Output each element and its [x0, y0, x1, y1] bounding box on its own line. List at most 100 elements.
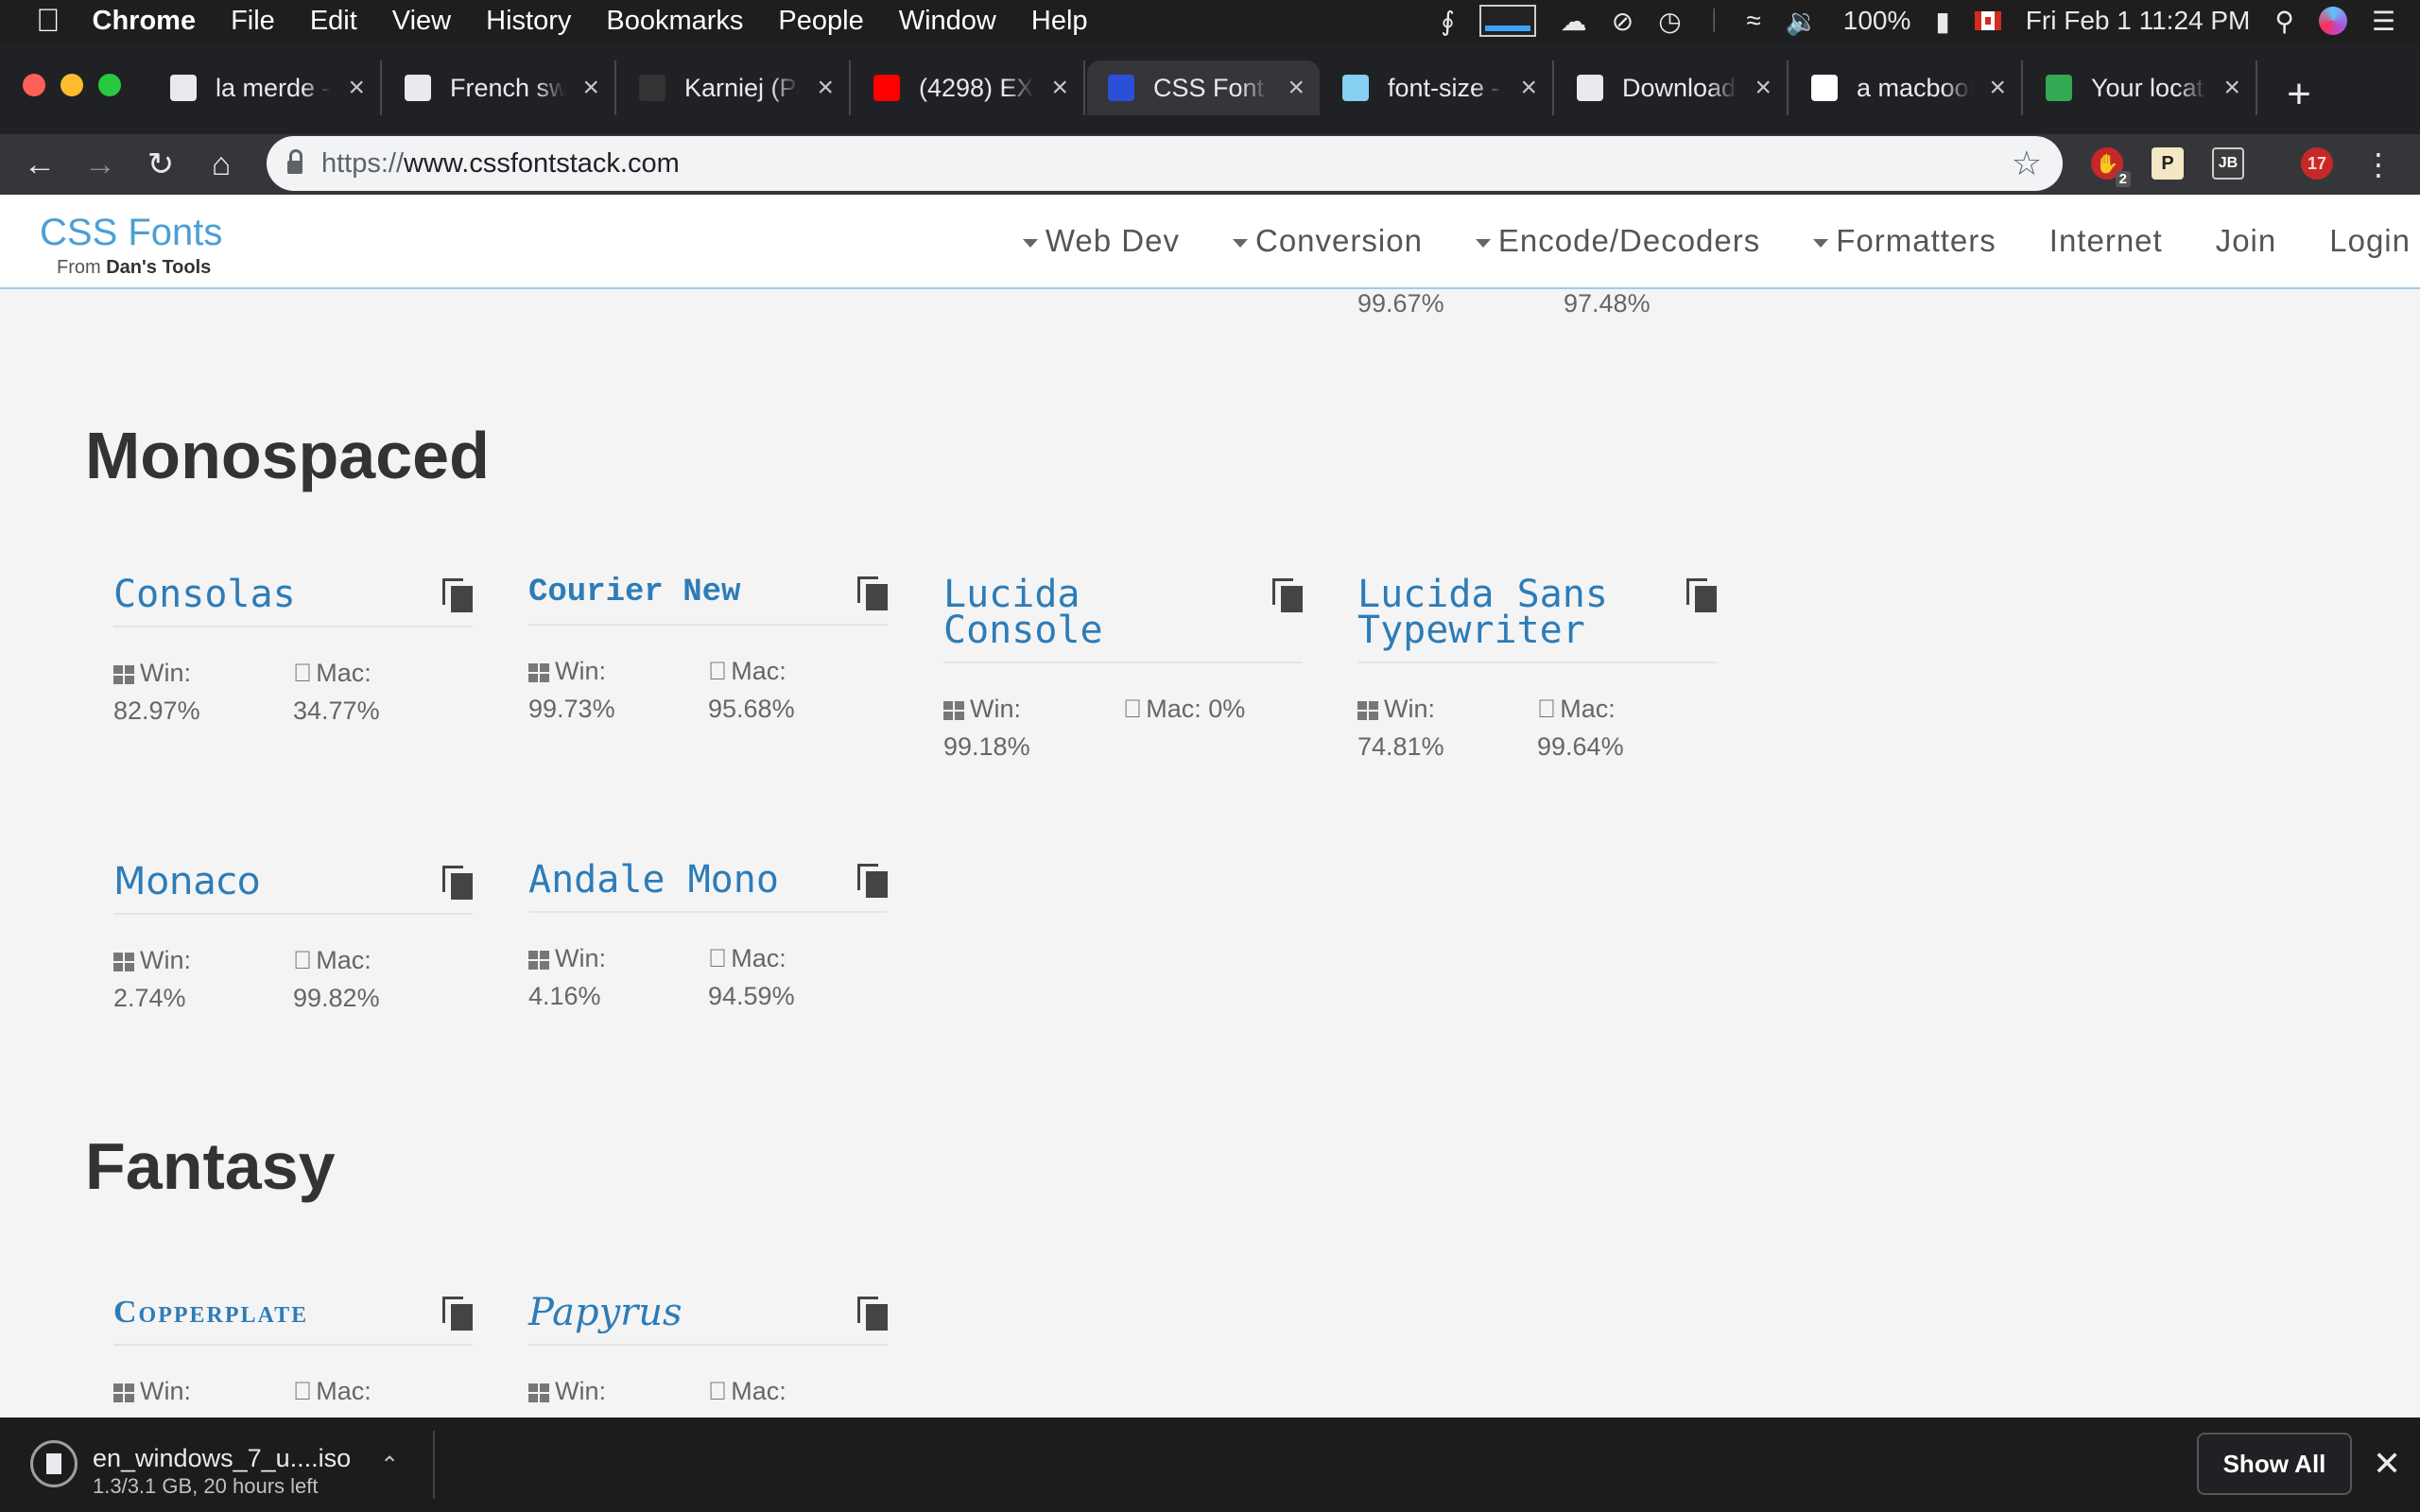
menu-app-chrome[interactable]: Chrome: [93, 6, 197, 37]
bluetooth-icon[interactable]: ᛁ: [1706, 6, 1722, 36]
chrome-menu-icon[interactable]: ⋮: [2356, 142, 2401, 187]
font-name-link[interactable]: Copperplate: [113, 1295, 397, 1331]
copy-icon[interactable]: [1686, 578, 1717, 612]
windows-support: Win: 4.16%: [528, 939, 708, 1015]
tab-close-icon[interactable]: ×: [817, 72, 834, 104]
notification-center-icon[interactable]: ☰: [2372, 6, 2395, 37]
font-name-link[interactable]: Papyrus: [528, 1294, 812, 1332]
nav-item-login[interactable]: Login: [2329, 223, 2411, 259]
tab-close-icon[interactable]: ×: [2223, 72, 2240, 104]
battery-charging-icon[interactable]: ▮: [1935, 6, 1949, 37]
nav-item-encode-decoders[interactable]: Encode/Decoders: [1475, 223, 1760, 259]
font-card-papyrus: Papyrus Win: Mac:: [528, 1294, 888, 1410]
font-name-link[interactable]: Andale Mono: [528, 861, 812, 899]
tagline-dans-tools[interactable]: Dan's Tools: [106, 257, 211, 278]
tab-close-icon[interactable]: ×: [348, 72, 365, 104]
menu-people[interactable]: People: [778, 6, 863, 37]
lock-icon[interactable]: [287, 149, 302, 174]
font-name-link[interactable]: Courier New: [528, 575, 812, 610]
font-name-link[interactable]: Monaco: [113, 863, 397, 901]
address-bar[interactable]: https://www.cssfontstack.com ☆: [267, 136, 2063, 191]
download-file-icon[interactable]: [30, 1440, 78, 1487]
nav-item-formatters[interactable]: Formatters: [1813, 223, 1996, 259]
siri-icon[interactable]: [2318, 7, 2347, 35]
site-logo[interactable]: CSS Fonts: [40, 212, 222, 254]
menu-help[interactable]: Help: [1031, 6, 1088, 37]
volume-icon[interactable]: 🔉: [1786, 6, 1819, 37]
font-name-link[interactable]: Lucida Console: [943, 576, 1227, 649]
close-download-shelf-icon[interactable]: ✕: [2373, 1444, 2401, 1484]
download-icon: [1577, 75, 1603, 101]
g-icon: [170, 75, 197, 101]
font-name-link[interactable]: Lucida Sans Typewriter: [1357, 576, 1641, 649]
url-text[interactable]: https://www.cssfontstack.com: [321, 148, 680, 180]
zoom-window-button[interactable]: [98, 74, 121, 96]
nav-item-internet[interactable]: Internet: [2049, 223, 2163, 259]
mac-support: Mac: 95.68%: [708, 652, 888, 728]
minimize-window-button[interactable]: [60, 74, 83, 96]
nav-item-join[interactable]: Join: [2216, 223, 2277, 259]
spotlight-search-icon[interactable]: ⚲: [2274, 6, 2294, 37]
bookmark-star-icon[interactable]: ☆: [2012, 144, 2042, 183]
tab-4[interactable]: CSS Font S ×: [1087, 60, 1320, 115]
menu-file[interactable]: File: [231, 6, 275, 37]
tab-close-icon[interactable]: ×: [1051, 72, 1068, 104]
menu-view[interactable]: View: [392, 6, 451, 37]
nav-item-web-dev[interactable]: Web Dev: [1022, 223, 1180, 259]
copy-icon[interactable]: [857, 576, 888, 610]
script-menu-icon[interactable]: ∮: [1441, 6, 1455, 37]
nav-item-conversion[interactable]: Conversion: [1233, 223, 1423, 259]
cloud-upload-icon[interactable]: ☁: [1561, 6, 1587, 37]
forward-arrow-icon[interactable]: →: [78, 142, 123, 187]
tab-close-icon[interactable]: ×: [582, 72, 599, 104]
do-not-disturb-icon[interactable]: ⊘: [1612, 6, 1634, 37]
tab-1[interactable]: French sw ×: [384, 60, 616, 115]
count-extension-icon[interactable]: 17: [2301, 147, 2333, 180]
back-arrow-icon[interactable]: ←: [17, 142, 62, 187]
tab-6[interactable]: Downloads ×: [1556, 60, 1789, 115]
tab-close-icon[interactable]: ×: [1520, 72, 1537, 104]
input-source-flag-icon[interactable]: [1974, 11, 2001, 30]
copy-icon[interactable]: [1272, 578, 1303, 612]
download-options-chevron-icon[interactable]: ⌃: [380, 1452, 399, 1479]
tab-close-icon[interactable]: ×: [1288, 72, 1305, 104]
windows-support: Win: 99.18%: [943, 690, 1123, 765]
tab-close-icon[interactable]: ×: [1754, 72, 1772, 104]
home-icon[interactable]: ⌂: [199, 142, 244, 187]
p-extension-icon[interactable]: P: [2152, 147, 2184, 180]
font-support-stats: Win: 4.16% Mac: 94.59%: [528, 939, 888, 1015]
reload-icon[interactable]: ↻: [138, 142, 183, 187]
show-all-downloads-button[interactable]: Show All: [2197, 1433, 2352, 1495]
adblock-icon[interactable]: ✋ 2: [2091, 147, 2131, 187]
font-card-header: Consolas: [113, 576, 473, 627]
jb-extension-icon[interactable]: JB: [2212, 147, 2244, 180]
tab-close-icon[interactable]: ×: [1989, 72, 2006, 104]
menu-window[interactable]: Window: [899, 6, 996, 37]
tab-0[interactable]: la merde - ×: [149, 60, 382, 115]
copy-icon[interactable]: [442, 1297, 473, 1331]
tab-7[interactable]: a macbook ×: [1790, 60, 2023, 115]
menu-edit[interactable]: Edit: [310, 6, 357, 37]
copy-icon[interactable]: [857, 1297, 888, 1331]
battery-percent[interactable]: 100%: [1843, 6, 1911, 36]
copy-icon[interactable]: [442, 866, 473, 900]
tab-2[interactable]: Karniej (Pa ×: [618, 60, 851, 115]
menu-clock[interactable]: Fri Feb 1 11:24 PM: [2026, 6, 2251, 36]
menu-bookmarks[interactable]: Bookmarks: [606, 6, 743, 37]
close-window-button[interactable]: [23, 74, 45, 96]
menu-history[interactable]: History: [486, 6, 571, 37]
wifi-icon[interactable]: ≈: [1747, 6, 1761, 36]
copy-icon[interactable]: [857, 864, 888, 898]
tab-5[interactable]: font-size - ×: [1322, 60, 1554, 115]
tab-8[interactable]: Your locati ×: [2025, 60, 2257, 115]
caret-down-icon: [1475, 238, 1491, 248]
copy-icon[interactable]: [442, 578, 473, 612]
new-tab-button[interactable]: +: [2274, 70, 2324, 119]
time-machine-icon[interactable]: ◷: [1658, 6, 1681, 37]
download-filename[interactable]: en_windows_7_u....iso: [93, 1444, 351, 1473]
mac-label: Mac:: [712, 1377, 786, 1405]
tab-3[interactable]: (4298) EX ×: [853, 60, 1085, 115]
font-name-link[interactable]: Consolas: [113, 576, 397, 613]
apple-menu-icon[interactable]: : [36, 3, 60, 40]
activity-monitor-icon[interactable]: [1478, 5, 1536, 37]
